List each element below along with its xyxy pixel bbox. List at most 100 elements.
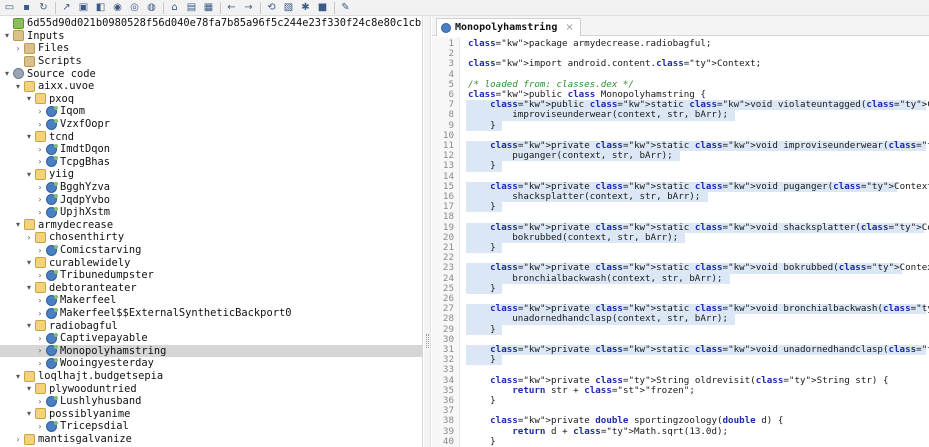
- search-text-icon[interactable]: ◎: [128, 2, 141, 14]
- expanded-arrow-icon[interactable]: ▾: [13, 370, 23, 382]
- collapsed-arrow-icon[interactable]: ›: [35, 332, 45, 344]
- code-line[interactable]: 32 }: [432, 354, 929, 365]
- code-line[interactable]: 3 class="kw">import android.content.class…: [432, 59, 929, 69]
- code-line[interactable]: 24 bronchialbackwash(context, str, bArr)…: [432, 273, 929, 284]
- code-line[interactable]: 16 shacksplatter(context, str, bArr);: [432, 191, 929, 202]
- tree-item[interactable]: ▾ possiblyanime: [0, 408, 422, 421]
- tree-item[interactable]: ▾ loqlhajt.budgetsepia: [0, 370, 422, 383]
- navigate-back-icon[interactable]: ←: [225, 2, 238, 14]
- collapsed-arrow-icon[interactable]: ›: [35, 395, 45, 407]
- tree-item[interactable]: ▾ Source code: [0, 67, 422, 80]
- tree-item[interactable]: 6d55d90d021b0980528f56d040e78fa7b85a96f5…: [0, 17, 422, 30]
- tree-item[interactable]: ▾ Inputs: [0, 30, 422, 43]
- expanded-arrow-icon[interactable]: ▾: [24, 257, 34, 269]
- collapsed-arrow-icon[interactable]: ›: [35, 307, 45, 319]
- expanded-arrow-icon[interactable]: ▾: [24, 168, 34, 180]
- close-icon[interactable]: ×: [565, 22, 573, 33]
- tree-item[interactable]: ▾ radiobagful: [0, 319, 422, 332]
- expanded-arrow-icon[interactable]: ▾: [13, 219, 23, 231]
- tree-item[interactable]: › Wooingyesterday: [0, 357, 422, 370]
- tree-item[interactable]: › JqdpYvbo: [0, 193, 422, 206]
- home-icon[interactable]: ⌂: [168, 2, 181, 14]
- deobfuscation-icon[interactable]: ⟲: [265, 2, 278, 14]
- settings-icon[interactable]: ✎: [339, 2, 352, 14]
- search-usage-icon[interactable]: ◍: [145, 2, 158, 14]
- tree-item[interactable]: › Makerfeel: [0, 294, 422, 307]
- stop-icon[interactable]: ■: [316, 2, 329, 14]
- collapsed-arrow-icon[interactable]: ›: [24, 231, 34, 243]
- tree-item[interactable]: › Lushlyhusband: [0, 395, 422, 408]
- tree-item[interactable]: › Makerfeel$$ExternalSyntheticBackport0: [0, 307, 422, 320]
- export-icon[interactable]: ↗: [60, 2, 73, 14]
- tree-item[interactable]: › ImdtDqon: [0, 143, 422, 156]
- tree-item[interactable]: › Captivepayable: [0, 332, 422, 345]
- code-line[interactable]: 31 class="kw">private class="kw">static …: [432, 344, 929, 355]
- collapsed-arrow-icon[interactable]: ›: [13, 433, 23, 445]
- navigate-forward-icon[interactable]: →: [242, 2, 255, 14]
- tree-item[interactable]: › VzxfOopr: [0, 118, 422, 131]
- collapsed-arrow-icon[interactable]: ›: [35, 294, 45, 306]
- expanded-arrow-icon[interactable]: ▾: [24, 383, 34, 395]
- code-line[interactable]: 20 bokrubbed(context, str, bArr);: [432, 232, 929, 243]
- tree-item[interactable]: ▾ debtoranteater: [0, 282, 422, 295]
- collapsed-arrow-icon[interactable]: ›: [13, 42, 23, 54]
- expanded-arrow-icon[interactable]: ▾: [24, 408, 34, 420]
- tree-item[interactable]: › chosenthirty: [0, 231, 422, 244]
- tree-item[interactable]: › Files: [0, 42, 422, 55]
- code-line[interactable]: 21 }: [432, 242, 929, 253]
- open-icon[interactable]: ▭: [3, 2, 16, 14]
- tree-item[interactable]: › mantisgalvanize: [0, 433, 422, 446]
- find-icon[interactable]: ◉: [111, 2, 124, 14]
- collapsed-arrow-icon[interactable]: ›: [35, 143, 45, 155]
- tree-item[interactable]: ▾ tcnd: [0, 130, 422, 143]
- tab-monopolyhamstring[interactable]: Monopolyhamstring ×: [436, 18, 581, 36]
- collapsed-arrow-icon[interactable]: ›: [35, 345, 45, 357]
- tree-item[interactable]: ▾ plywooduntried: [0, 382, 422, 395]
- code-line[interactable]: 25 }: [432, 283, 929, 294]
- tree-item[interactable]: › BgghYzva: [0, 181, 422, 194]
- tree-item[interactable]: ▾ armydecrease: [0, 219, 422, 232]
- code-line[interactable]: 1 class="kw">package armydecrease.radioba…: [432, 38, 929, 49]
- tree-item[interactable]: › TcpgBhas: [0, 156, 422, 169]
- code-line[interactable]: 9 }: [432, 120, 929, 131]
- collapsed-arrow-icon[interactable]: ›: [35, 156, 45, 168]
- tree-item[interactable]: › UpjhXstm: [0, 206, 422, 219]
- splitter-grip[interactable]: [426, 334, 429, 348]
- code-line[interactable]: 12 puganger(context, str, bArr);: [432, 150, 929, 161]
- panel-splitter[interactable]: [424, 16, 431, 447]
- collapsed-arrow-icon[interactable]: ›: [35, 357, 45, 369]
- collapsed-arrow-icon[interactable]: ›: [35, 269, 45, 281]
- tree-item[interactable]: › Monopolyhamstring: [0, 344, 422, 358]
- tree-item[interactable]: ▾ pxoq: [0, 93, 422, 106]
- code-area[interactable]: 1 class="kw">package armydecrease.radioba…: [432, 37, 929, 447]
- plugin-icon[interactable]: ✱: [299, 2, 312, 14]
- code-line[interactable]: 29 }: [432, 324, 929, 335]
- tree-item[interactable]: › Iqom: [0, 105, 422, 118]
- code-line[interactable]: 40 }: [432, 436, 929, 447]
- code-line[interactable]: 17 }: [432, 201, 929, 212]
- code-line[interactable]: 39 return d + class="ty">Math.sqrt(13.0d…: [432, 426, 929, 437]
- collapsed-arrow-icon[interactable]: ›: [35, 118, 45, 130]
- expanded-arrow-icon[interactable]: ▾: [24, 282, 34, 294]
- collapsed-arrow-icon[interactable]: ›: [35, 206, 45, 218]
- collapsed-arrow-icon[interactable]: ›: [35, 181, 45, 193]
- tree-item[interactable]: › Comicstarving: [0, 244, 422, 257]
- code-line[interactable]: 35 return str + class="st">"frozen";: [432, 385, 929, 396]
- expanded-arrow-icon[interactable]: ▾: [24, 93, 34, 105]
- save-icon[interactable]: ▪: [20, 2, 33, 14]
- search-class-icon[interactable]: ◧: [94, 2, 107, 14]
- log-icon[interactable]: ▧: [282, 2, 295, 14]
- code-line[interactable]: 28 unadornedhandclasp(context, str, bArr…: [432, 314, 929, 324]
- refresh-icon[interactable]: ↻: [37, 2, 50, 14]
- tree-item[interactable]: ▾ aixx.uvoe: [0, 80, 422, 93]
- tree-item[interactable]: ▾ curablewidely: [0, 256, 422, 269]
- decompile-icon[interactable]: ▣: [77, 2, 90, 14]
- tree-item[interactable]: › Tribunedumpster: [0, 269, 422, 282]
- collapsed-arrow-icon[interactable]: ›: [35, 244, 45, 256]
- code-line[interactable]: 13 }: [432, 161, 929, 171]
- back-nav-icon[interactable]: ▤: [185, 2, 198, 14]
- tree-item[interactable]: ▾ yiig: [0, 168, 422, 181]
- expanded-arrow-icon[interactable]: ▾: [2, 30, 12, 42]
- expanded-arrow-icon[interactable]: ▾: [24, 131, 34, 143]
- code-line[interactable]: 36 }: [432, 395, 929, 406]
